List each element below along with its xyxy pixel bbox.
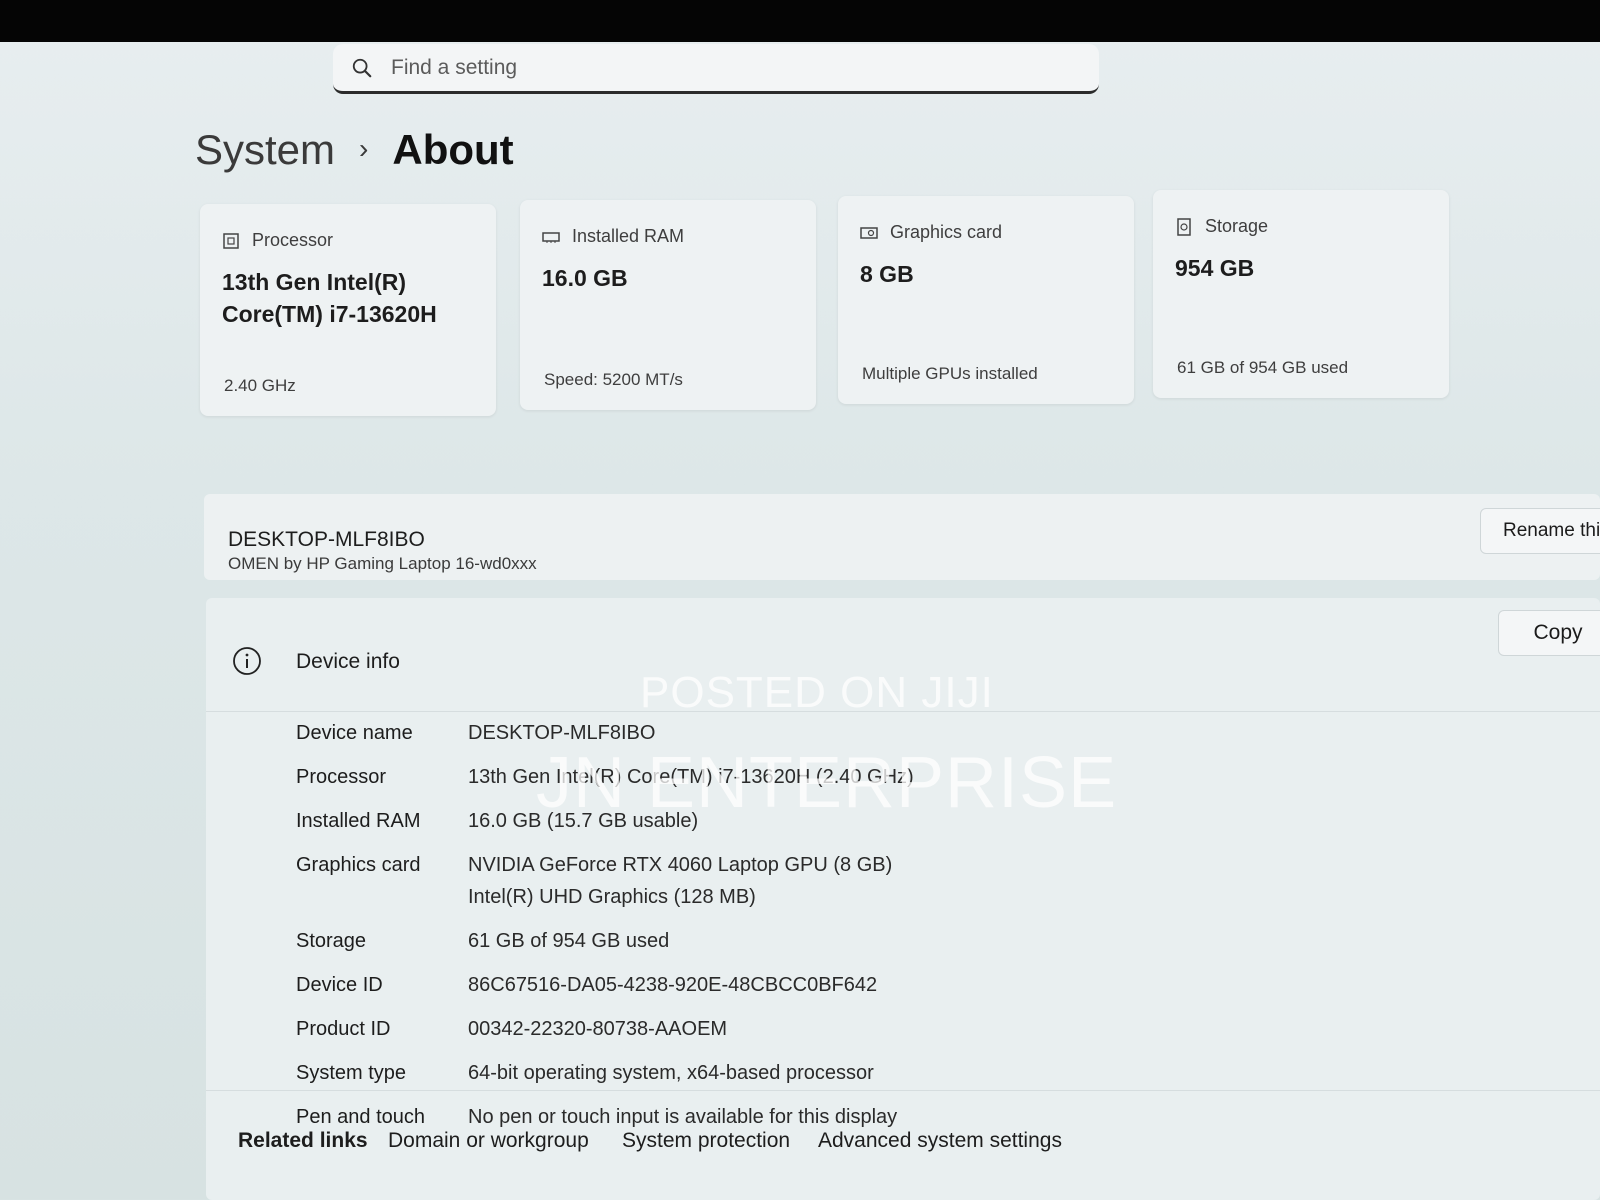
- card-title: Installed RAM: [572, 226, 685, 246]
- processor-card: Processor 13th Gen Intel(R) Core(TM) i7-…: [200, 204, 496, 416]
- card-title: Processor: [252, 230, 334, 250]
- link-domain-or-workgroup[interactable]: Domain or workgroup: [388, 1129, 589, 1153]
- info-row-system-type: System type 64-bit operating system, x64…: [296, 1062, 874, 1084]
- ram-card: Installed RAM 16.0 GB Speed: 5200 MT/s: [520, 200, 816, 410]
- card-subtext: Speed: 5200 MT/s: [544, 370, 683, 389]
- card-value: 13th Gen Intel(R) Core(TM) i7-13620H: [222, 269, 437, 327]
- page-title: About: [392, 126, 514, 173]
- info-row-storage: Storage 61 GB of 954 GB used: [296, 930, 670, 952]
- info-row-device-name: Device name DESKTOP-MLF8IBO: [296, 722, 656, 744]
- card-title: Graphics card: [890, 222, 1003, 242]
- search-input[interactable]: Find a setting: [391, 56, 517, 80]
- info-row-device-id: Device ID 86C67516-DA05-4238-920E-48CBCC…: [296, 974, 878, 996]
- card-title: Storage: [1205, 216, 1269, 236]
- link-system-protection[interactable]: System protection: [622, 1129, 790, 1153]
- link-advanced-system-settings[interactable]: Advanced system settings: [818, 1129, 1062, 1153]
- device-info-header[interactable]: Device info: [206, 598, 1600, 712]
- card-value: 954 GB: [1175, 255, 1255, 281]
- storage-card: Storage 954 GB 61 GB of 954 GB used: [1153, 190, 1449, 398]
- copy-button[interactable]: Copy: [1498, 610, 1600, 656]
- card-value: 16.0 GB: [542, 265, 628, 291]
- device-name: DESKTOP-MLF8IBO: [228, 528, 425, 551]
- card-subtext: 2.40 GHz: [224, 376, 296, 395]
- rename-pc-button[interactable]: Rename thi: [1480, 508, 1600, 554]
- chevron-right-icon: ›: [359, 133, 369, 164]
- device-model: OMEN by HP Gaming Laptop 16-wd0xxx: [228, 554, 537, 573]
- info-row-installed-ram: Installed RAM 16.0 GB (15.7 GB usable): [296, 810, 699, 832]
- related-links-label: Related links: [238, 1129, 368, 1152]
- graphics-card-icon: [860, 226, 878, 239]
- graphics-card-card: Graphics card 8 GB Multiple GPUs install…: [838, 196, 1134, 404]
- search-box[interactable]: Find a setting: [333, 44, 1099, 94]
- breadcrumb-system[interactable]: System: [195, 126, 335, 174]
- info-icon: [233, 647, 261, 675]
- ram-icon: [542, 231, 560, 243]
- storage-icon: [1177, 217, 1191, 236]
- card-subtext: Multiple GPUs installed: [862, 364, 1038, 383]
- device-name-panel: DESKTOP-MLF8IBO OMEN by HP Gaming Laptop…: [204, 494, 1600, 580]
- processor-icon: [223, 232, 239, 249]
- card-value: 8 GB: [860, 261, 914, 287]
- device-info-title: Device info: [296, 650, 400, 673]
- device-info-list: Device name DESKTOP-MLF8IBO Processor 13…: [296, 720, 914, 1148]
- info-row-graphics-card: Graphics card NVIDIA GeForce RTX 4060 La…: [296, 854, 893, 908]
- device-info-panel: Device info Device name DESKTOP-MLF8IBO …: [206, 598, 1600, 1200]
- search-icon: [352, 58, 372, 77]
- breadcrumb: System › About: [195, 126, 514, 174]
- card-subtext: 61 GB of 954 GB used: [1177, 358, 1349, 377]
- info-row-product-id: Product ID 00342-22320-80738-AAOEM: [296, 1018, 728, 1040]
- info-row-processor: Processor 13th Gen Intel(R) Core(TM) i7-…: [296, 766, 914, 788]
- related-links-bar: Related links Domain or workgroup System…: [206, 1090, 1600, 1200]
- screen-bezel: [0, 0, 1600, 42]
